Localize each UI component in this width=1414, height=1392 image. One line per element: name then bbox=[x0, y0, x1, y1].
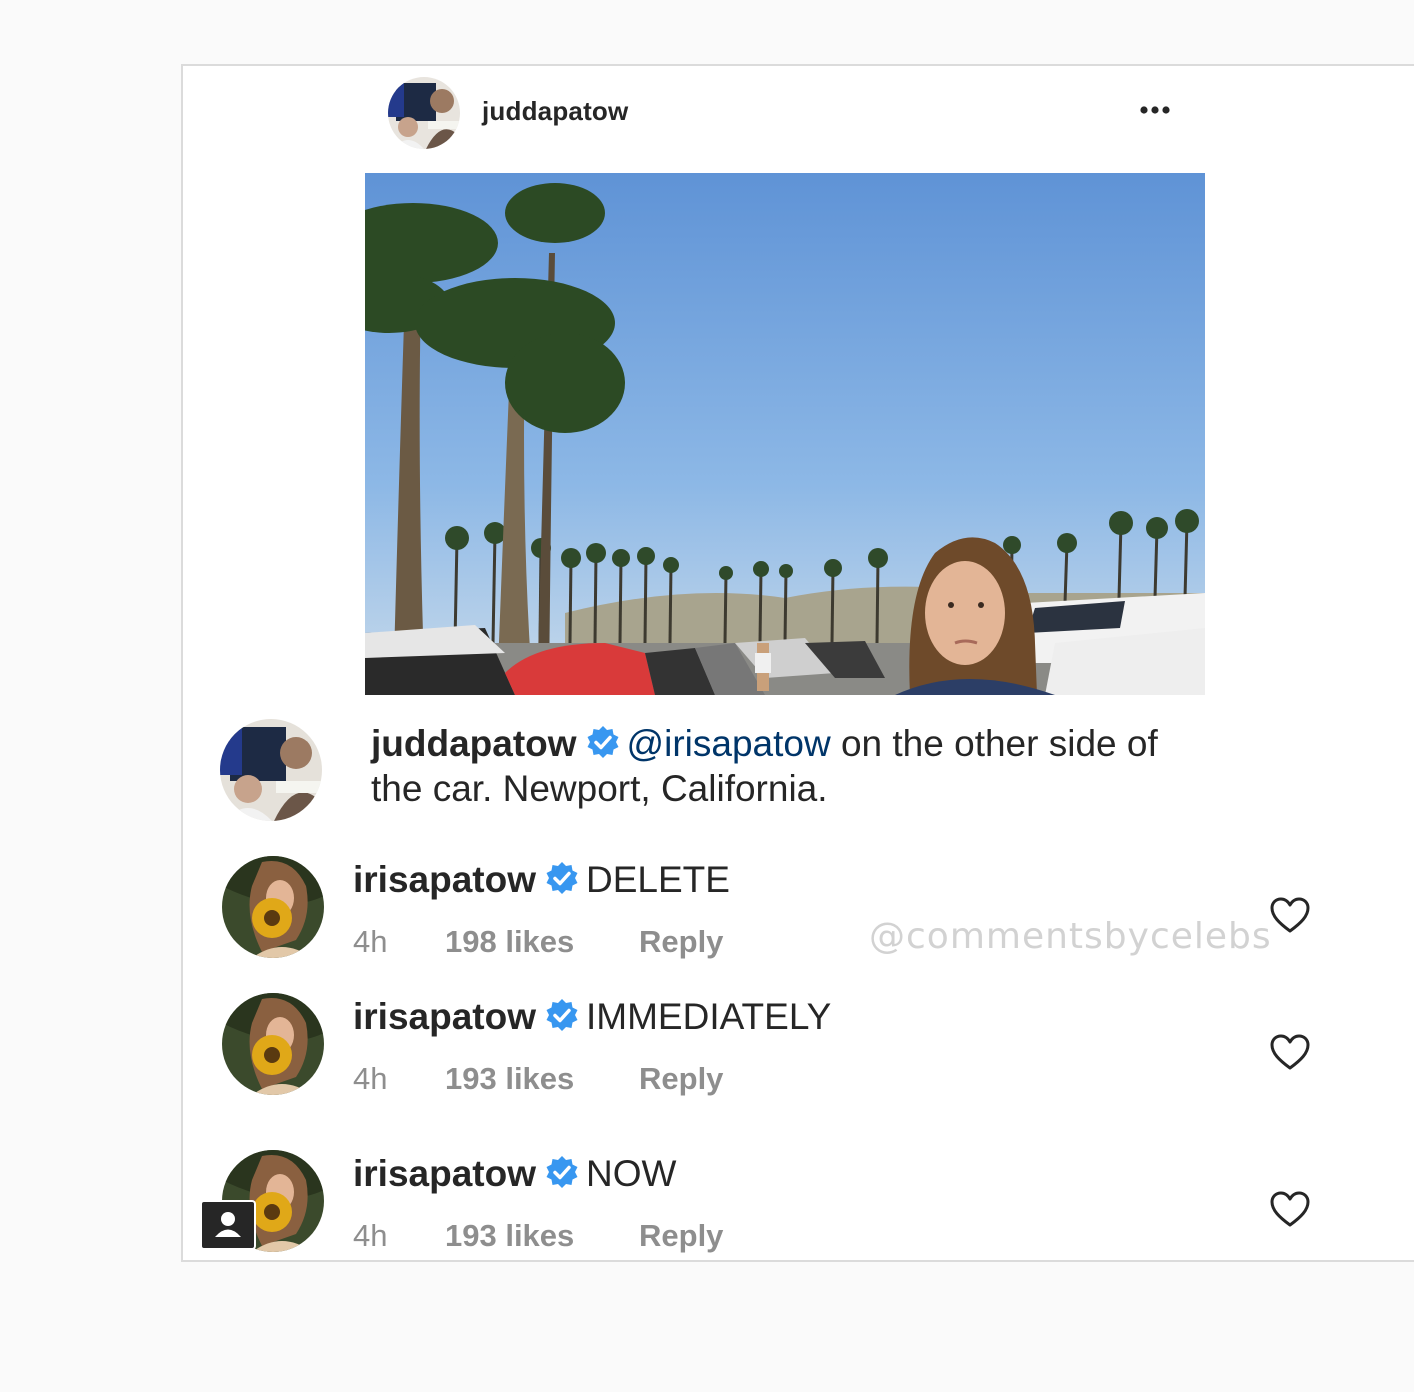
comment-text: NOW bbox=[586, 1153, 677, 1194]
comment-username[interactable]: irisapatow bbox=[353, 1153, 536, 1194]
comment: irisapatow NOW 4h 193 likes Reply bbox=[183, 1150, 1414, 1260]
post-photo[interactable] bbox=[365, 173, 1205, 695]
comment-likes[interactable]: 198 likes bbox=[445, 924, 639, 960]
comment-author-avatar[interactable] bbox=[222, 856, 324, 958]
caption-username[interactable]: juddapatow bbox=[371, 723, 577, 764]
user-tag-icon[interactable] bbox=[200, 1200, 256, 1250]
comment-text: IMMEDIATELY bbox=[586, 996, 832, 1037]
comment-body: irisapatow NOW bbox=[353, 1152, 676, 1196]
comment-meta: 4h 193 likes Reply bbox=[353, 1218, 723, 1254]
post-card: juddapatow juddapatow @irisapatow on the… bbox=[181, 64, 1414, 1262]
comment-username[interactable]: irisapatow bbox=[353, 859, 536, 900]
comment-time[interactable]: 4h bbox=[353, 1061, 445, 1097]
comment-body: irisapatow DELETE bbox=[353, 858, 730, 902]
comment-likes[interactable]: 193 likes bbox=[445, 1218, 639, 1254]
comment: irisapatow IMMEDIATELY 4h 193 likes Reply bbox=[183, 993, 1414, 1123]
comment-time[interactable]: 4h bbox=[353, 1218, 445, 1254]
post-author-avatar[interactable] bbox=[388, 77, 460, 149]
reply-button[interactable]: Reply bbox=[639, 924, 723, 960]
reply-button[interactable]: Reply bbox=[639, 1218, 723, 1254]
verified-badge-icon bbox=[585, 725, 621, 761]
reply-button[interactable]: Reply bbox=[639, 1061, 723, 1097]
comment-likes[interactable]: 193 likes bbox=[445, 1061, 639, 1097]
comment-author-avatar[interactable] bbox=[222, 993, 324, 1095]
verified-badge-icon bbox=[544, 998, 580, 1034]
verified-badge-icon bbox=[544, 861, 580, 897]
heart-icon[interactable] bbox=[1269, 896, 1311, 934]
comment-body: irisapatow IMMEDIATELY bbox=[353, 995, 831, 1039]
post-author-username[interactable]: juddapatow bbox=[482, 96, 628, 127]
comment-time[interactable]: 4h bbox=[353, 924, 445, 960]
comment-meta: 4h 198 likes Reply bbox=[353, 924, 723, 960]
heart-icon[interactable] bbox=[1269, 1033, 1311, 1071]
comment-text: DELETE bbox=[586, 859, 730, 900]
caption: juddapatow @irisapatow on the other side … bbox=[371, 721, 1211, 811]
caption-author-avatar[interactable] bbox=[220, 719, 322, 821]
comment-username[interactable]: irisapatow bbox=[353, 996, 536, 1037]
watermark: @commentsbycelebs bbox=[869, 916, 1272, 957]
comment-meta: 4h 193 likes Reply bbox=[353, 1061, 723, 1097]
verified-badge-icon bbox=[544, 1155, 580, 1191]
more-options-icon[interactable] bbox=[1138, 100, 1172, 120]
caption-mention[interactable]: @irisapatow bbox=[627, 723, 831, 764]
heart-icon[interactable] bbox=[1269, 1190, 1311, 1228]
